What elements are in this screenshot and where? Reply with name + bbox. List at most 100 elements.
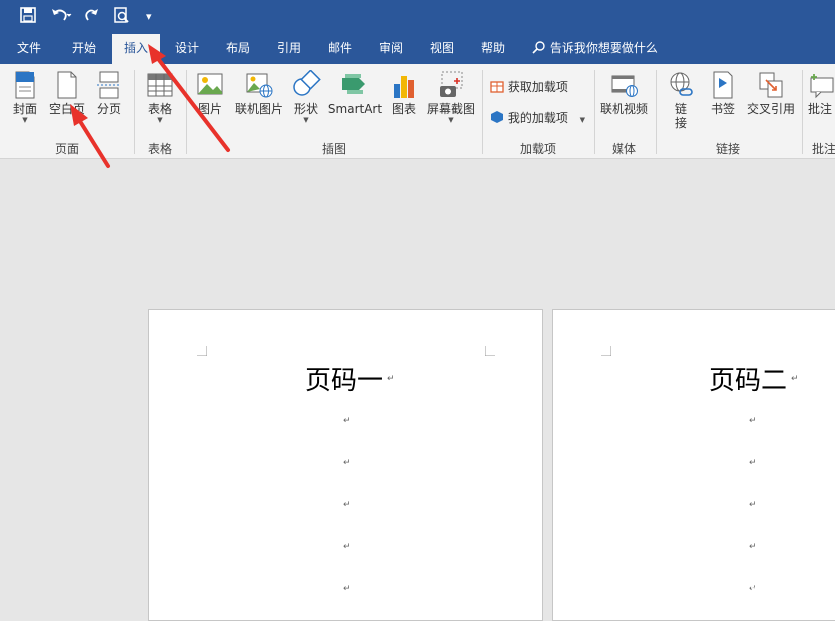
paragraph-mark: ↵ — [343, 416, 351, 426]
tab-references[interactable]: 引用 — [265, 34, 313, 64]
online-picture-icon — [246, 73, 273, 98]
page-break-label: 分页 — [96, 102, 121, 116]
redo-icon[interactable] — [84, 7, 100, 28]
group-comments-label: 批注 — [812, 142, 835, 156]
tab-mailings[interactable]: 邮件 — [316, 34, 364, 64]
title-bar: ▾ — [0, 0, 835, 34]
get-addins-button[interactable]: 获取加载项 — [490, 78, 568, 95]
tab-file[interactable]: 文件 — [8, 34, 50, 64]
document-page-1[interactable]: 页码一 ↵ ↵ ↵ ↵ ↵ ↵ — [148, 309, 543, 621]
tab-insert[interactable]: 插入 — [112, 34, 160, 64]
paragraph-mark: ↵ — [387, 374, 395, 384]
group-illustrations-label: 插图 — [321, 142, 346, 156]
shapes-label: 形状 — [293, 102, 318, 116]
comment-label: 批注 — [808, 102, 833, 116]
ribbon-tabs: 文件 开始 插入 设计 布局 引用 邮件 审阅 视图 帮助 告诉我你想要做什么 — [0, 34, 835, 64]
chevron-down-icon: ▼ — [22, 116, 28, 124]
cross-reference-icon — [759, 72, 783, 98]
chart-button[interactable]: 图表 — [386, 70, 422, 116]
smartart-icon — [342, 74, 365, 94]
cross-reference-label: 交叉引用 — [746, 102, 795, 116]
picture-label: 图片 — [197, 102, 222, 116]
table-label: 表格 — [147, 102, 172, 116]
screenshot-label: 屏幕截图 — [426, 102, 475, 116]
chevron-down-icon: ▼ — [157, 116, 163, 124]
smartart-label: SmartArt — [327, 102, 383, 116]
chart-icon — [394, 76, 414, 98]
link-icon — [670, 72, 693, 96]
page-heading[interactable]: 页码一 — [305, 360, 383, 397]
margin-corner-mark — [485, 346, 495, 356]
margin-corner-mark — [197, 346, 207, 356]
shapes-icon — [293, 70, 321, 96]
my-addins-label: 我的加载项 — [507, 111, 568, 125]
table-icon — [147, 73, 173, 97]
tab-layout[interactable]: 布局 — [214, 34, 262, 64]
screenshot-icon — [440, 71, 463, 97]
online-picture-button[interactable]: 联机图片 — [232, 70, 286, 116]
get-addins-label: 获取加载项 — [507, 80, 568, 94]
picture-icon — [197, 73, 223, 95]
blank-page-button[interactable]: 空白页 — [46, 70, 88, 116]
group-addins-label: 加载项 — [519, 142, 556, 156]
page-break-button[interactable]: 分页 — [92, 70, 126, 116]
paragraph-mark: ↵ — [749, 416, 757, 426]
online-video-button[interactable]: 联机视频 — [598, 70, 650, 116]
store-icon — [490, 81, 504, 93]
tell-me-search[interactable]: 告诉我你想要做什么 — [532, 34, 658, 64]
cross-reference-button[interactable]: 交叉引用 — [744, 70, 798, 116]
margin-corner-mark — [601, 346, 611, 356]
link-button[interactable]: 链 接 — [662, 70, 700, 130]
bookmark-button[interactable]: 书签 — [704, 70, 742, 116]
chevron-down-icon: ▼ — [448, 116, 454, 124]
group-media-label: 媒体 — [611, 142, 636, 156]
blank-page-label: 空白页 — [48, 102, 85, 116]
chart-label: 图表 — [391, 102, 416, 116]
ribbon-insert: 封面 ▼ 空白页 分页 页面 表格 ▼ 表格 图片 联机图片 形状 ▼ Smar… — [0, 64, 835, 159]
screenshot-button[interactable]: 屏幕截图 ▼ — [424, 70, 478, 124]
undo-icon[interactable] — [50, 7, 72, 28]
tab-help[interactable]: 帮助 — [469, 34, 517, 64]
cover-page-button[interactable]: 封面 ▼ — [8, 70, 42, 124]
comment-button[interactable]: 批注 — [808, 70, 835, 116]
cover-page-label: 封面 — [12, 102, 37, 116]
cover-page-icon — [15, 71, 35, 99]
blank-page-icon — [57, 71, 77, 99]
online-video-label: 联机视频 — [599, 102, 648, 116]
bookmark-label: 书签 — [710, 102, 735, 116]
chevron-down-icon: ▼ — [579, 116, 586, 124]
baidu-watermark-url: jingyan.baidu.com — [676, 578, 787, 592]
comment-icon — [810, 74, 834, 99]
shapes-button[interactable]: 形状 ▼ — [288, 70, 324, 124]
paragraph-mark: ↵ — [343, 542, 351, 552]
paragraph-mark: ↵ — [791, 374, 799, 384]
smartart-button[interactable]: SmartArt — [326, 70, 384, 116]
paragraph-mark: ↵ — [343, 458, 351, 468]
customize-qat-icon[interactable]: ▾ — [146, 7, 152, 27]
tab-review[interactable]: 审阅 — [367, 34, 415, 64]
search-icon — [532, 41, 545, 54]
group-links-label: 链接 — [715, 142, 740, 156]
addin-icon — [491, 111, 503, 123]
print-preview-icon[interactable] — [113, 7, 131, 30]
tab-view[interactable]: 视图 — [418, 34, 466, 64]
picture-button[interactable]: 图片 — [192, 70, 228, 116]
paragraph-mark: ↵ — [343, 584, 351, 594]
paragraph-mark: ↵ — [343, 500, 351, 510]
group-tables-label: 表格 — [147, 142, 172, 156]
chevron-down-icon: ▼ — [303, 116, 309, 124]
tab-home[interactable]: 开始 — [60, 34, 108, 64]
page-break-icon — [97, 71, 121, 99]
table-button[interactable]: 表格 ▼ — [142, 70, 178, 124]
paragraph-mark: ↵ — [749, 458, 757, 468]
link-label: 链 接 — [674, 102, 687, 130]
my-addins-button[interactable]: 我的加载项 ▼ — [490, 109, 585, 126]
save-icon[interactable] — [20, 7, 36, 28]
online-picture-label: 联机图片 — [234, 102, 283, 116]
group-pages-label: 页面 — [54, 142, 79, 156]
page-heading[interactable]: 页码二 — [709, 360, 787, 397]
tab-design[interactable]: 设计 — [163, 34, 211, 64]
paragraph-mark: ↵ — [749, 500, 757, 510]
bookmark-icon — [713, 71, 733, 99]
tell-me-label: 告诉我你想要做什么 — [549, 41, 658, 55]
